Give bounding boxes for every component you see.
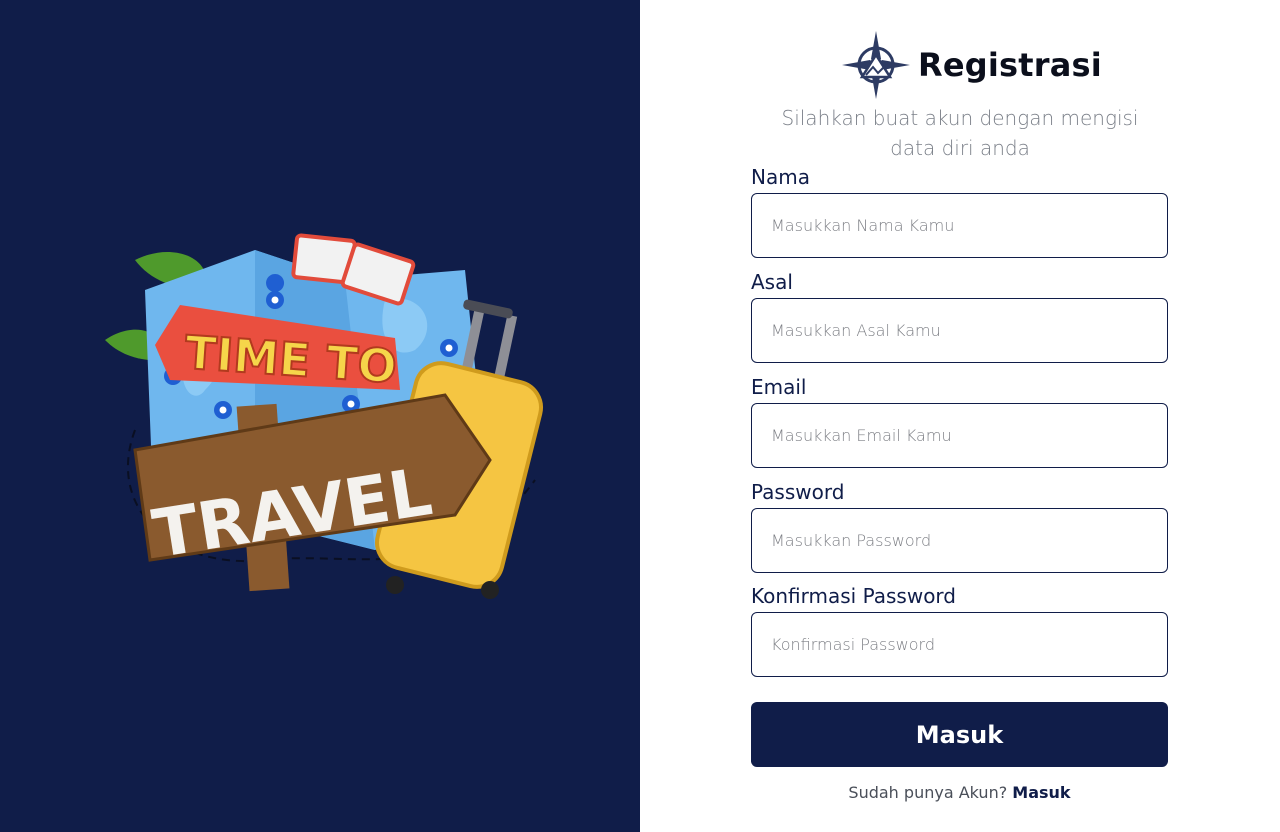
password-input[interactable] [751, 508, 1168, 573]
page-title: Registrasi [918, 46, 1102, 84]
registration-panel: Registrasi Silahkan buat akun dengan men… [640, 0, 1280, 832]
submit-button[interactable]: Masuk [751, 702, 1168, 767]
login-prompt-text: Sudah punya Akun? [848, 783, 1008, 802]
name-label: Nama [751, 165, 810, 189]
login-prompt: Sudah punya Akun? Masuk [751, 783, 1168, 802]
compass-logo-icon [842, 31, 910, 99]
email-label: Email [751, 375, 807, 399]
confirm-password-label: Konfirmasi Password [751, 584, 956, 608]
time-to-travel-illustration: TIME TO TRAVEL [105, 233, 543, 599]
password-label: Password [751, 480, 845, 504]
brand: Registrasi [840, 28, 1102, 102]
name-input[interactable] [751, 193, 1168, 258]
left-panel: TIME TO TRAVEL [0, 0, 640, 832]
email-input[interactable] [751, 403, 1168, 468]
origin-label: Asal [751, 270, 793, 294]
login-link[interactable]: Masuk [1012, 783, 1070, 802]
confirm-password-input[interactable] [751, 612, 1168, 677]
origin-input[interactable] [751, 298, 1168, 363]
page-subtitle: Silahkan buat akun dengan mengisi data d… [781, 106, 1139, 160]
